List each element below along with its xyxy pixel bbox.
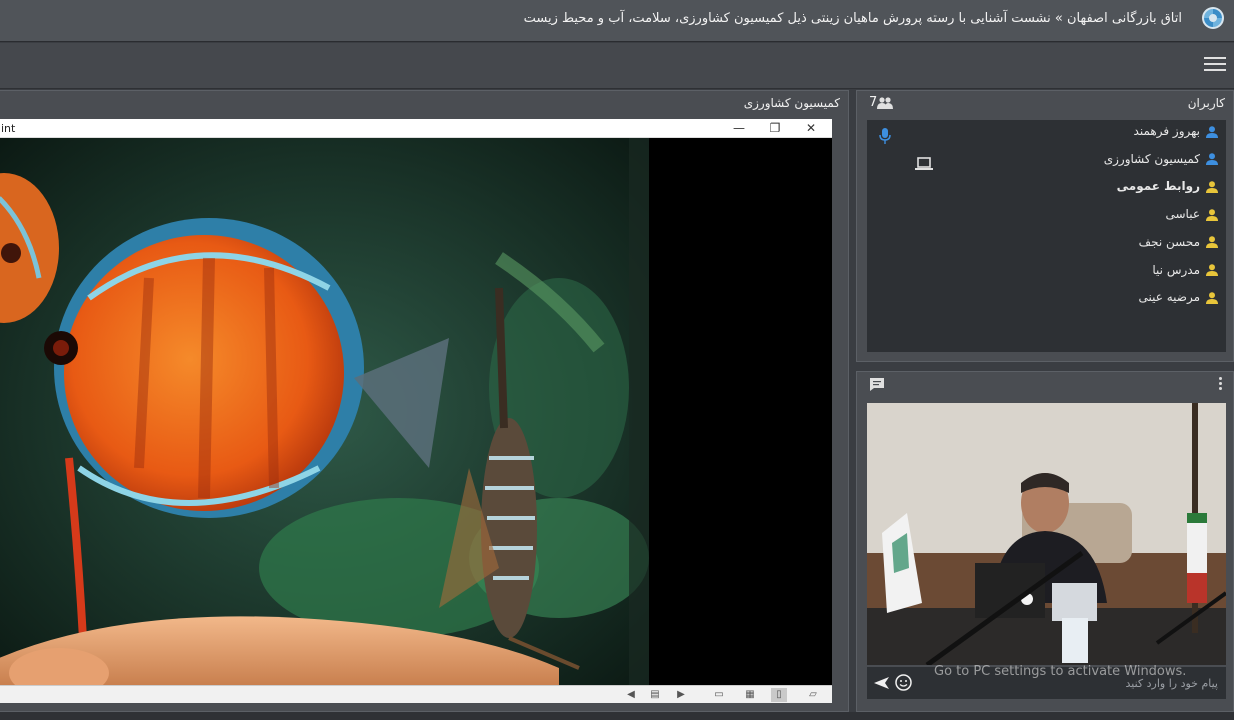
main-toolbar <box>0 43 1234 89</box>
share-pod: کمیسیون کشاورزی int — ❐ ✕ ◀ ▤ ▶ ▭ ▦ ▯ ▱ <box>0 90 849 712</box>
restore-button[interactable]: ❐ <box>757 119 793 138</box>
discus-fish-photo <box>0 138 649 685</box>
users-count: 7 <box>869 95 897 110</box>
webcam-scene <box>867 403 1226 665</box>
microphone-icon[interactable] <box>879 128 891 144</box>
user-item[interactable]: مدرس نیا <box>1152 263 1218 283</box>
user-item[interactable]: مرضیه عینی <box>1138 290 1218 310</box>
notes-icon[interactable]: ▤ <box>647 688 663 702</box>
user-item[interactable]: بهروز فرهمند <box>1134 124 1218 144</box>
reading-view-icon[interactable]: ▯ <box>771 688 787 702</box>
user-name: کمیسیون کشاورزی <box>1103 151 1200 166</box>
user-item[interactable]: روابط عمومی <box>1117 179 1218 199</box>
users-pod-title: کاربران <box>1187 96 1225 110</box>
user-icon <box>1206 236 1218 249</box>
user-item[interactable]: عباسی <box>1165 207 1218 227</box>
user-name: مدرس نیا <box>1152 262 1200 277</box>
shared-window-titlebar: int — ❐ ✕ <box>0 119 832 138</box>
shared-window: int — ❐ ✕ ◀ ▤ ▶ ▭ ▦ ▯ ▱ <box>0 119 832 703</box>
user-icon <box>1206 291 1218 304</box>
windows-activation-watermark: Go to PC settings to activate Windows. <box>934 664 1187 679</box>
user-icon <box>1206 181 1218 193</box>
emoji-icon[interactable] <box>895 674 912 691</box>
user-item[interactable]: محسن نجف <box>1139 235 1218 255</box>
video-chat-pod: پیام خود را وارد کنید <box>856 371 1234 712</box>
rewind-icon[interactable]: ◀ <box>623 688 639 702</box>
user-icon <box>1206 264 1218 276</box>
close-window-button[interactable]: ✕ <box>793 119 829 138</box>
top-bar: اتاق بازرگانی اصفهان » نشست آشنایی با رس… <box>0 0 1234 42</box>
user-name: بهروز فرهمند <box>1133 124 1200 138</box>
share-pod-header: کمیسیون کشاورزی <box>0 91 848 117</box>
minimize-button[interactable]: — <box>721 119 757 138</box>
screen-share-icon <box>915 157 933 170</box>
user-item[interactable]: کمیسیون کشاورزی <box>1104 152 1218 172</box>
user-icon <box>1206 125 1218 138</box>
users-group-icon <box>877 96 894 109</box>
user-name: محسن نجف <box>1138 234 1200 249</box>
users-pod: کاربران 7 بهروز فرهمند کمیسیون کشاورزی روا… <box>856 90 1234 362</box>
slide-sorter-icon[interactable]: ▦ <box>742 688 758 702</box>
shared-window-app-name: int <box>1 122 16 135</box>
users-list: بهروز فرهمند کمیسیون کشاورزی روابط عمومی عب… <box>867 120 1226 352</box>
users-count-value: 7 <box>869 95 878 110</box>
hamburger-menu-icon[interactable] <box>1204 57 1226 75</box>
spiral-logo-icon <box>1202 7 1224 29</box>
user-name: مرضیه عینی <box>1138 290 1200 305</box>
bottom-bar <box>0 712 1234 720</box>
play-icon[interactable]: ▶ <box>673 688 689 702</box>
chat-icon[interactable] <box>870 378 884 391</box>
meeting-title: اتاق بازرگانی اصفهان » نشست آشنایی با رس… <box>523 11 1182 26</box>
webcam-video <box>867 403 1226 665</box>
send-icon[interactable] <box>873 675 889 691</box>
more-options-icon[interactable] <box>1219 377 1223 391</box>
user-icon <box>1206 153 1218 166</box>
slideshow-icon[interactable]: ▱ <box>805 688 821 702</box>
normal-view-icon[interactable]: ▭ <box>711 688 727 702</box>
share-pod-title: کمیسیون کشاورزی <box>743 96 840 110</box>
slide-footer-toolbar: ◀ ▤ ▶ ▭ ▦ ▯ ▱ <box>0 685 832 703</box>
slide-area <box>0 138 832 685</box>
users-pod-header: کاربران 7 <box>857 91 1233 117</box>
user-name: عباسی <box>1165 207 1201 222</box>
user-icon <box>1206 208 1218 221</box>
user-name: روابط عمومی <box>1116 179 1200 194</box>
